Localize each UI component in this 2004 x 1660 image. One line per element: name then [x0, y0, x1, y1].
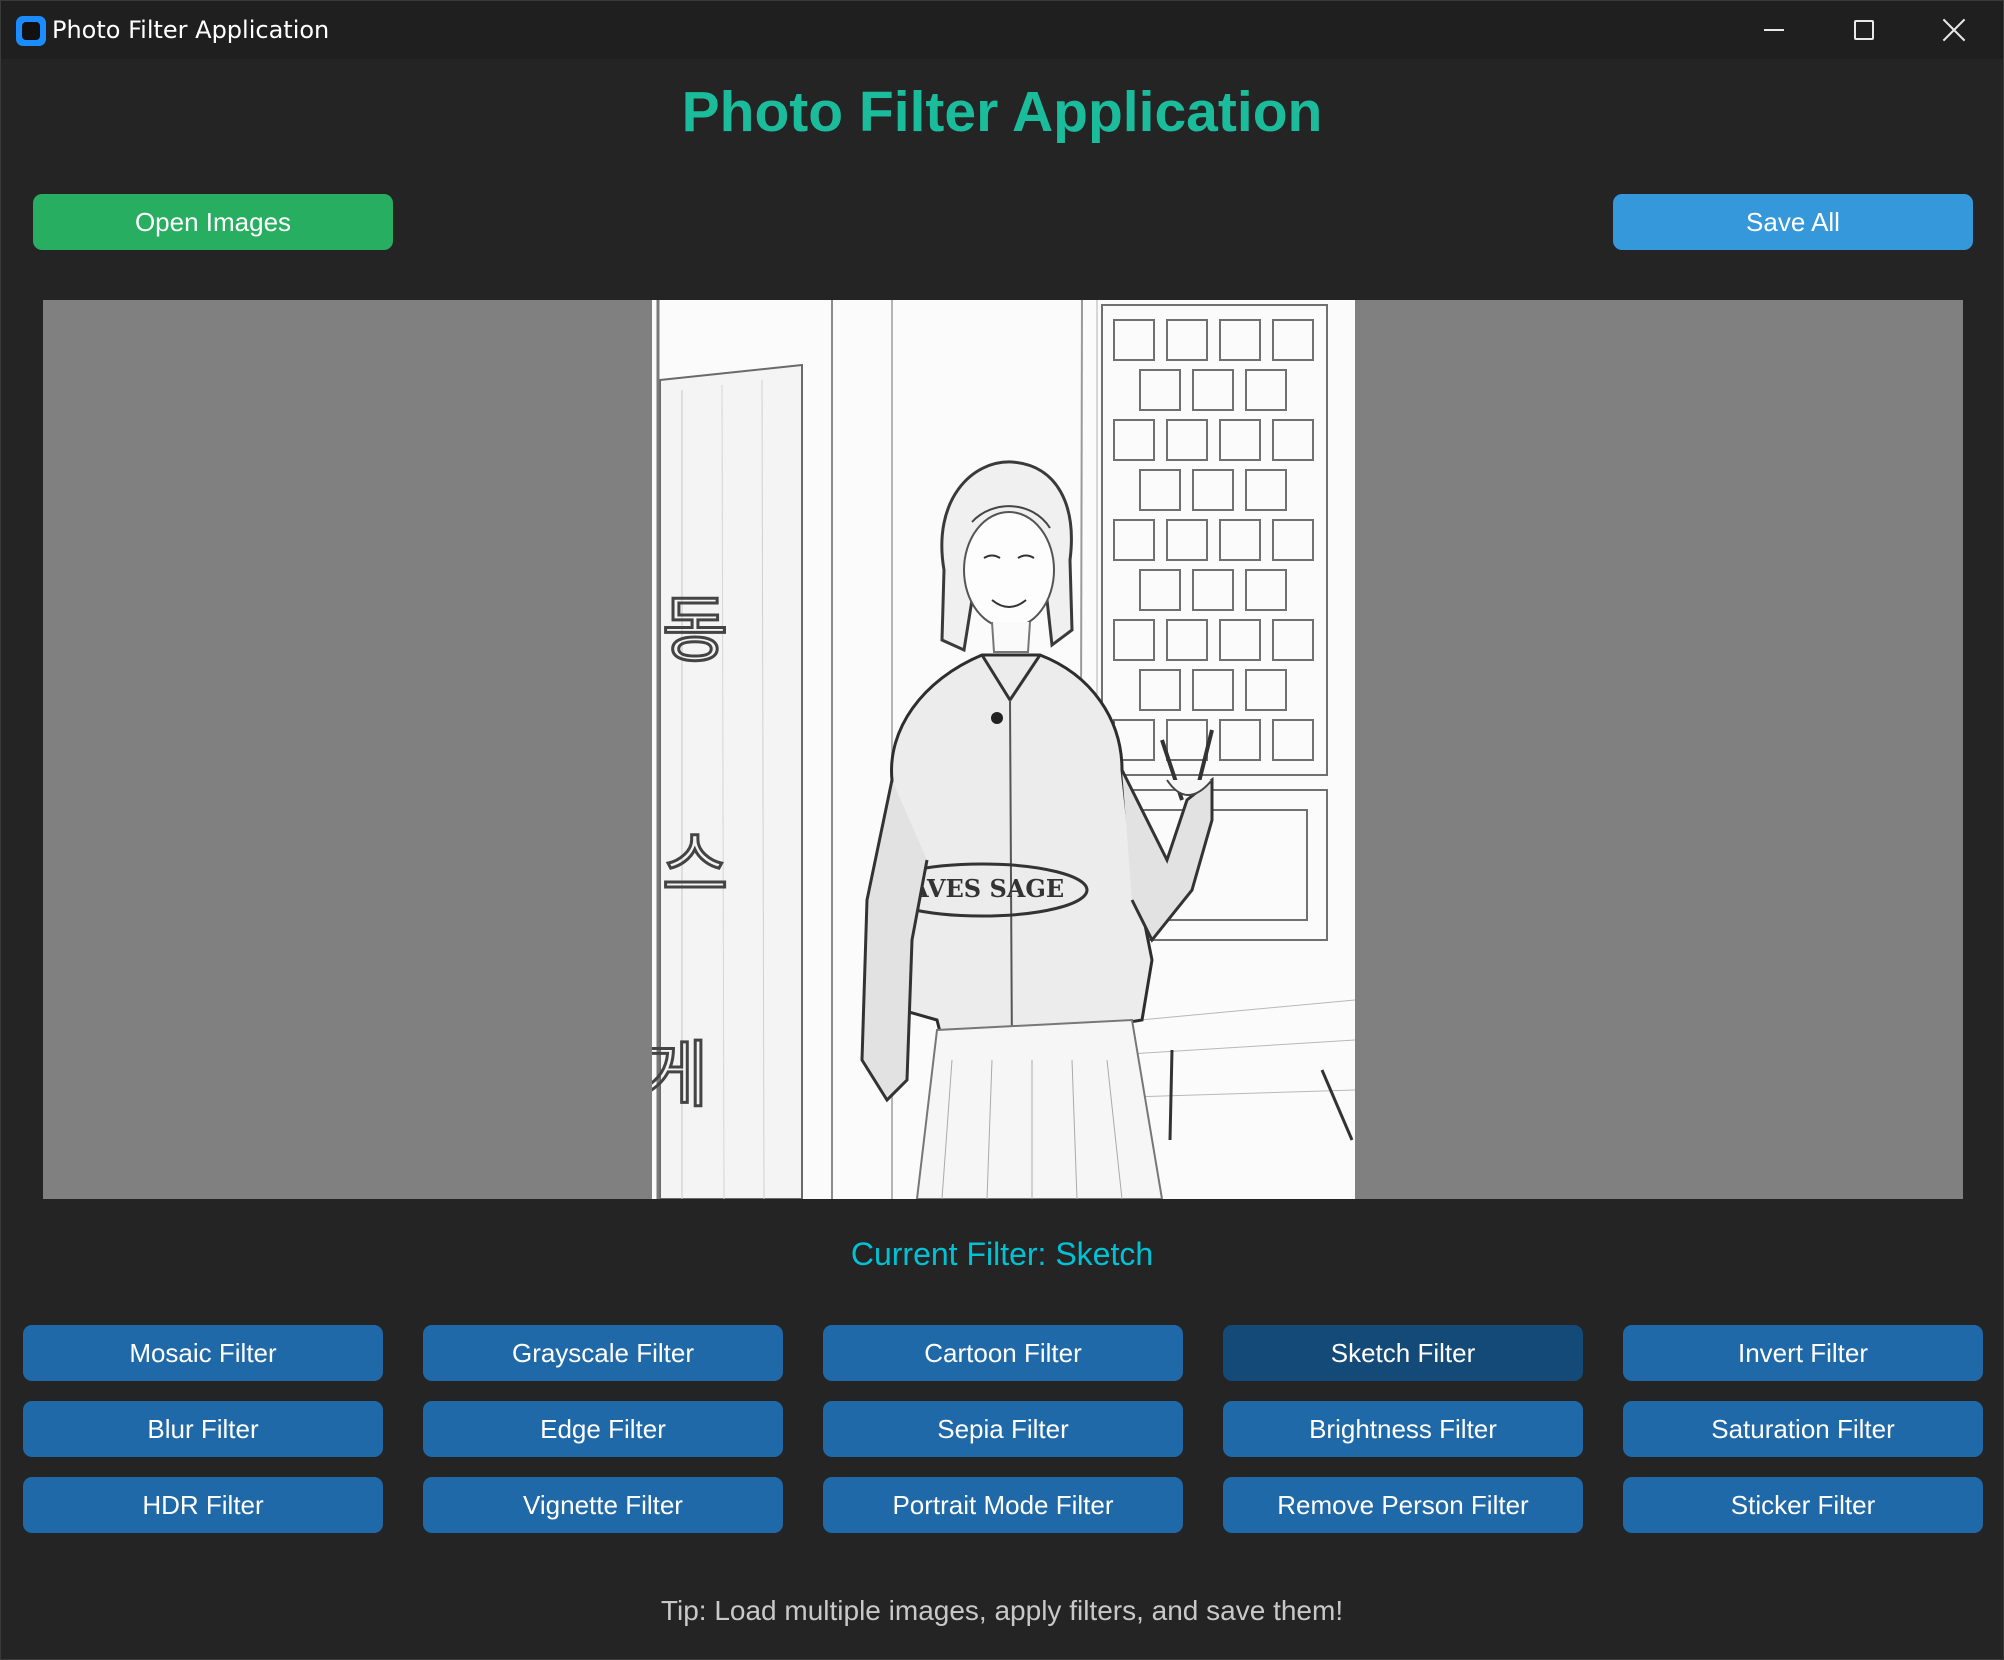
- save-all-button[interactable]: Save All: [1613, 194, 1973, 250]
- invert-filter-button[interactable]: Invert Filter: [1623, 1325, 1983, 1381]
- minimize-icon: [1764, 29, 1784, 31]
- svg-text:AVES SAGE: AVES SAGE: [909, 874, 1064, 903]
- vignette-filter-button[interactable]: Vignette Filter: [423, 1477, 783, 1533]
- title-bar[interactable]: Photo Filter Application: [1, 1, 2003, 59]
- sketch-photo-illustration: 동 스 게 AVES SAGE: [652, 300, 1355, 1199]
- remove-person-filter-button[interactable]: Remove Person Filter: [1223, 1477, 1583, 1533]
- sticker-filter-button[interactable]: Sticker Filter: [1623, 1477, 1983, 1533]
- edge-filter-button[interactable]: Edge Filter: [423, 1401, 783, 1457]
- blur-filter-button[interactable]: Blur Filter: [23, 1401, 383, 1457]
- image-canvas: 동 스 게 AVES SAGE: [43, 300, 1963, 1199]
- grayscale-filter-button[interactable]: Grayscale Filter: [423, 1325, 783, 1381]
- app-icon: [16, 16, 46, 46]
- hdr-filter-button[interactable]: HDR Filter: [23, 1477, 383, 1533]
- cartoon-filter-button[interactable]: Cartoon Filter: [823, 1325, 1183, 1381]
- sepia-filter-button[interactable]: Sepia Filter: [823, 1401, 1183, 1457]
- svg-text:스: 스: [662, 823, 728, 907]
- portrait-mode-filter-button[interactable]: Portrait Mode Filter: [823, 1477, 1183, 1533]
- page-title: Photo Filter Application: [681, 80, 1323, 144]
- saturation-filter-button[interactable]: Saturation Filter: [1623, 1401, 1983, 1457]
- close-button[interactable]: [1909, 1, 1999, 59]
- close-icon: [1942, 18, 1966, 42]
- minimize-button[interactable]: [1729, 1, 1819, 59]
- open-images-button[interactable]: Open Images: [33, 194, 393, 250]
- preview-image: 동 스 게 AVES SAGE: [652, 300, 1355, 1199]
- maximize-icon: [1854, 20, 1874, 40]
- maximize-button[interactable]: [1819, 1, 1909, 59]
- svg-text:게: 게: [652, 1033, 708, 1117]
- window-title: Photo Filter Application: [52, 16, 330, 44]
- tip-text: Tip: Load multiple images, apply filters…: [660, 1595, 1344, 1626]
- app-window: Photo Filter Application Photo Filter Ap…: [0, 0, 2004, 1660]
- sketch-filter-button[interactable]: Sketch Filter: [1223, 1325, 1583, 1381]
- svg-text:동: 동: [662, 588, 728, 672]
- brightness-filter-button[interactable]: Brightness Filter: [1223, 1401, 1583, 1457]
- current-filter-label: Current Filter: Sketch: [850, 1236, 1154, 1272]
- mosaic-filter-button[interactable]: Mosaic Filter: [23, 1325, 383, 1381]
